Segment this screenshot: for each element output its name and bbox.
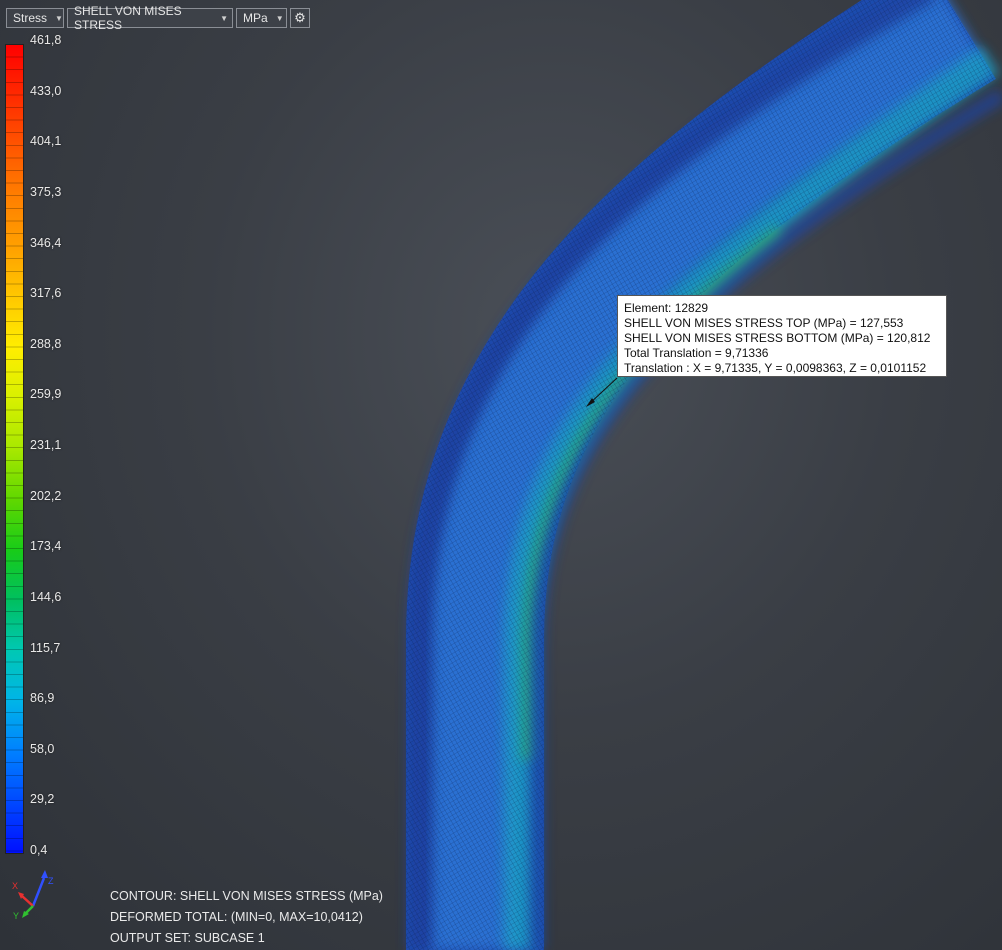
graphics-viewport[interactable]: Stress ▼ SHELL VON MISES STRESS ▼ MPa ▼ … (0, 0, 1002, 950)
legend-label: 29,2 (30, 792, 55, 807)
chevron-down-icon: ▼ (55, 13, 63, 23)
legend-label: 202,2 (30, 488, 62, 503)
triad-x-label: X (12, 881, 18, 891)
legend-label: 259,9 (30, 387, 62, 402)
legend-label: 144,6 (30, 589, 62, 604)
result-component-value: SHELL VON MISES STRESS (74, 4, 182, 32)
output-set-info: OUTPUT SET: SUBCASE 1 (110, 931, 265, 945)
contour-info: CONTOUR: SHELL VON MISES STRESS (MPa) (110, 889, 383, 903)
probe-stress-top: SHELL VON MISES STRESS TOP (MPa) = 127,5… (624, 316, 904, 330)
result-component-dropdown[interactable]: SHELL VON MISES STRESS ▼ (67, 4, 233, 32)
legend-label: 58,0 (30, 741, 55, 756)
status-info: CONTOUR: SHELL VON MISES STRESS (MPa) DE… (110, 886, 383, 949)
probe-stress-bottom: SHELL VON MISES STRESS BOTTOM (MPa) = 12… (624, 331, 931, 345)
legend-label: 375,3 (30, 184, 62, 199)
legend-label: 0,4 (30, 843, 48, 857)
legend-label: 173,4 (30, 539, 62, 554)
settings-button[interactable]: ⚙ (290, 8, 310, 28)
legend-label: 231,1 (30, 438, 62, 452)
pipe-bend-model[interactable] (0, 0, 1002, 950)
legend-label: 288,8 (30, 336, 62, 351)
triad-y-label: Y (13, 911, 19, 921)
gear-icon: ⚙ (294, 10, 306, 25)
result-toolbar: Stress ▼ SHELL VON MISES STRESS ▼ MPa ▼ … (6, 4, 310, 32)
legend-label: 86,9 (30, 691, 55, 706)
legend-label: 115,7 (30, 640, 61, 655)
legend-label: 317,6 (30, 286, 62, 301)
probe-total-translation: Total Translation = 9,71336 (624, 346, 769, 360)
triad-z-label: Z (48, 876, 54, 886)
legend-label: 404,1 (30, 134, 62, 149)
probe-element: Element: 12829 (624, 301, 709, 315)
units-value: MPa (243, 11, 268, 25)
probe-info-box: Element: 12829 SHELL VON MISES STRESS TO… (617, 295, 947, 377)
result-type-dropdown[interactable]: Stress ▼ (6, 8, 64, 28)
legend-label: 433,0 (30, 83, 62, 98)
legend-label: 346,4 (30, 235, 62, 250)
chevron-down-icon: ▼ (220, 13, 228, 23)
legend-color-bar (5, 44, 24, 854)
result-type-value: Stress (13, 11, 48, 25)
axis-triad: X Y Z (12, 870, 54, 921)
legend-label: 461,8 (30, 33, 62, 47)
chevron-down-icon: ▼ (275, 13, 284, 23)
units-dropdown[interactable]: MPa ▼ (236, 8, 287, 28)
deformed-info: DEFORMED TOTAL: (MIN=0, MAX=10,0412) (110, 910, 363, 924)
probe-translation: Translation : X = 9,71335, Y = 0,0098363… (624, 361, 927, 375)
